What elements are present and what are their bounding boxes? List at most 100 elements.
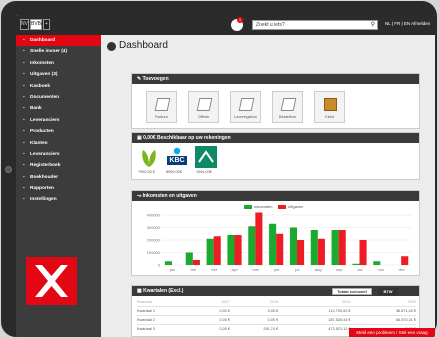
bar-expense (276, 233, 284, 265)
sidebar-item-uitgaven-3[interactable]: ▪ Uitgaven (3) (16, 69, 101, 80)
search-input[interactable]: Zoekt u iets? ⚲ (252, 20, 378, 30)
bar-expense (234, 235, 242, 265)
income-expense-header: ↝ Inkomsten en uitgaven (132, 191, 419, 201)
add-bestelbon-tile[interactable]: Bestelbon (272, 91, 303, 123)
column-header: 2017 (221, 300, 230, 305)
sidebar: ▪ Dashboard ▪ Snelle invoer (4) ▪ Inkomsten ▪ U… (16, 35, 101, 337)
x-tick-label: nov (378, 267, 384, 272)
x-tick-label: jan (169, 267, 175, 272)
search-icon[interactable]: ⚲ (371, 21, 375, 29)
sidebar-item-bank[interactable]: ▪ Bank (16, 103, 101, 114)
table-row: Kwartaal 1 0,00 €0,00 €112.700,00 €36.871… (137, 305, 416, 315)
sidebar-item-label: Registerboek (30, 163, 61, 169)
x-tick-label: okt (357, 267, 363, 272)
y-tick-label: 0 (158, 263, 161, 268)
vat-button[interactable]: BTW (378, 288, 398, 295)
total-exclusive-button[interactable]: Totaal exclusief (332, 288, 372, 295)
x-tick-label: mei (253, 267, 260, 272)
laptop-frame: NV BVBA + 1 Zoekt u iets? ⚲ NL | FR | EN… (0, 0, 439, 338)
cashbook-icon: ▪ (23, 83, 25, 89)
bank-logo-3[interactable] (195, 146, 217, 168)
bar-expense (255, 212, 263, 265)
sidebar-item-inkomsten[interactable]: ▪ Inkomsten (16, 58, 101, 69)
sidebar-item-label: Snelle invoer (4) (30, 49, 68, 55)
x-tick-label: jul (294, 267, 299, 272)
y-tick-label: 100000 (147, 250, 161, 255)
suppliers-icon: ▪ (23, 151, 25, 157)
add-company-button[interactable]: + (43, 19, 50, 30)
sidebar-item-documenten[interactable]: ▪ Documenten (16, 92, 101, 103)
company-switch-bvba[interactable]: BVBA (30, 19, 44, 30)
sidebar-item-klanten[interactable]: ▪ Klanten (16, 138, 101, 149)
sidebar-item-kasboek[interactable]: ▪ Kasboek (16, 81, 101, 92)
sidebar-item-dashboard[interactable]: ▪ Dashboard (16, 35, 101, 47)
bar-income (164, 261, 172, 265)
sidebar-item-leveranciers[interactable]: ▪ Leveranciers (16, 115, 101, 126)
supplier-icon: ▪ (23, 117, 25, 123)
sidebar-item-label: Rapporten (30, 186, 54, 192)
page-title: Dashboard (119, 40, 168, 51)
edit-icon: ▪ (23, 49, 25, 55)
sidebar-item-label: Kasboek (30, 83, 50, 89)
sidebar-item-label: Inkomsten (30, 60, 54, 66)
bank-icon: ▪ (23, 106, 25, 112)
reports-icon: ▪ (23, 186, 25, 192)
sidebar-item-label: Producten (30, 129, 54, 135)
sidebar-item-rapporten[interactable]: ▪ Rapporten (16, 183, 101, 194)
sidebar-item-label: Instellingen (30, 197, 57, 203)
column-header: Kwartaal (137, 300, 152, 305)
add-offerte-tile[interactable]: Offerte (188, 91, 219, 123)
accountant-icon: ▪ (23, 174, 25, 180)
company-switch-nv[interactable]: NV (20, 19, 29, 30)
add-leveringsbon-tile[interactable]: Leveringsbon (230, 91, 261, 123)
bar-income (331, 230, 339, 265)
bar-expense (297, 240, 305, 265)
table-cell: Kwartaal 3 (137, 323, 196, 333)
quarters-header: ▦ Kwartalen (Excl.) Totaal exclusief BTW (132, 286, 419, 296)
quick-add-header: ✎ Toevoegen (132, 74, 419, 84)
main-content: Dashboard ✎ Toevoegen Factuur Offerte Leve… (101, 35, 435, 337)
bank-logo-kbc[interactable]: KBC (166, 146, 188, 168)
sidebar-item-label: Leveranciers (30, 117, 60, 123)
sidebar-item-leveranciers[interactable]: ▪ Leveranciers (16, 149, 101, 160)
bar-income (269, 223, 277, 265)
product-icon: ▪ (23, 129, 25, 135)
top-bar: NV BVBA + 1 Zoekt u iets? ⚲ NL | FR | EN… (16, 15, 435, 35)
bar-expense (359, 240, 367, 265)
sidebar-item-label: Leveranciers (30, 151, 60, 157)
add-factuur-tile[interactable]: Factuur (146, 91, 177, 123)
bar-expense (338, 230, 346, 265)
kbc-logo-text: KBC (169, 157, 185, 164)
sidebar-item-registerboek[interactable]: ▪ Registerboek (16, 160, 101, 171)
x-tick-label: apr (232, 267, 238, 272)
sidebar-item-label: Boekhouder (30, 174, 58, 180)
bar-income (248, 226, 256, 265)
account-amount-1: 7990,00 € (138, 170, 155, 174)
camera-dot (5, 166, 12, 173)
sidebar-item-boekhouder[interactable]: ▪ Boekhouder (16, 172, 101, 183)
sidebar-item-snelle-invoer-4[interactable]: ▪ Snelle invoer (4) (16, 46, 101, 57)
accounts-panel: ▣ 0,00€ Beschikbaar op uw rekeningen 799… (131, 132, 420, 180)
income-icon: ▪ (23, 60, 25, 66)
bar-expense (401, 256, 409, 265)
sidebar-item-label: Bank (30, 106, 42, 112)
report-problem-link[interactable]: Meld een probleem / Stel een vraag (349, 328, 435, 337)
bar-income (206, 238, 214, 265)
column-header: 2019 (342, 300, 351, 305)
sidebar-item-producten[interactable]: ▪ Producten (16, 126, 101, 137)
search-placeholder: Zoekt u iets? (256, 22, 285, 28)
x-tick-label: dec (398, 267, 404, 272)
x-logo-icon (35, 265, 68, 297)
table-cell: 0,00 € (230, 305, 279, 315)
x-tick-label: mrt (211, 267, 218, 272)
account-links[interactable]: NL | FR | EN Afmelden (385, 21, 430, 26)
add-klant-tile[interactable]: Klant (314, 91, 345, 123)
table-cell: 56.570,31 € (350, 314, 416, 324)
bank-logo-leaf[interactable] (139, 146, 159, 168)
sidebar-item-instellingen[interactable]: ▪ Instellingen (16, 194, 101, 205)
notification-bell-icon[interactable]: 1 (231, 17, 243, 31)
customers-icon: ▪ (23, 140, 25, 146)
table-cell: 112.700,00 € (278, 305, 351, 315)
table-cell: 0,00 € (195, 305, 230, 315)
column-header: 2018 (269, 300, 279, 305)
